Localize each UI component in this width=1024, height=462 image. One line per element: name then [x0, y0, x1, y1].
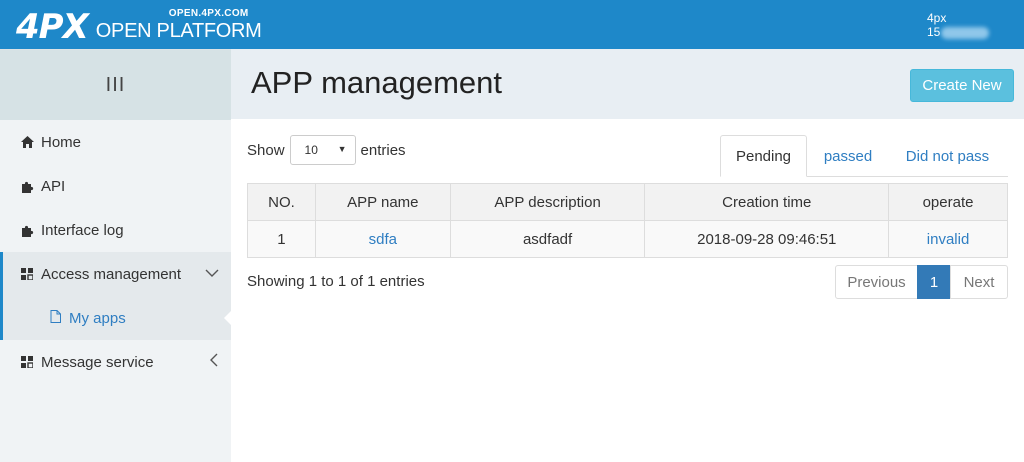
- logo-mark: 4PX: [16, 7, 89, 47]
- menu-bars-icon: III: [105, 73, 126, 96]
- cell-description: asdfadf: [449, 220, 646, 258]
- cell-creation-time: 2018-09-28 09:46:51: [644, 220, 890, 258]
- table-row: 1 sdfa asdfadf 2018-09-28 09:46:51 inval…: [247, 220, 1008, 258]
- sidebar-item-interface-log[interactable]: Interface log: [0, 208, 231, 252]
- user-name: 4px: [927, 11, 947, 25]
- column-header[interactable]: APP description: [449, 183, 646, 221]
- table-header-row: NO. APP name APP description Creation ti…: [247, 183, 1008, 221]
- pagination: Previous 1 Next: [835, 265, 1008, 299]
- sidebar-item-access-management[interactable]: Access management: [0, 252, 231, 296]
- logo-platform: OPEN PLATFORM: [95, 20, 262, 42]
- sidebar: III Home API Interface log Access manage…: [0, 49, 231, 462]
- redaction-blur: [941, 27, 989, 39]
- sidebar-item-home[interactable]: Home: [0, 120, 231, 164]
- entries-label: entries: [360, 141, 406, 159]
- grid-icon: [20, 268, 34, 280]
- app-name-link[interactable]: sdfa: [314, 220, 451, 258]
- brand-logo[interactable]: 4PX OPEN.4PX.COM OPEN PLATFORM: [16, 6, 262, 47]
- sidebar-item-my-apps[interactable]: My apps: [0, 296, 231, 340]
- previous-page-button[interactable]: Previous: [835, 265, 918, 299]
- main-content: Show 10 ▼ entries Pending passed Did not…: [231, 119, 1024, 462]
- create-new-button[interactable]: Create New: [910, 69, 1014, 102]
- active-indicator: [224, 311, 231, 325]
- file-icon: [50, 310, 61, 326]
- sidebar-item-label: Message service: [41, 353, 154, 371]
- tab-pending[interactable]: Pending: [720, 135, 807, 177]
- show-label: Show: [247, 141, 285, 159]
- table-info: Showing 1 to 1 of 1 entries: [247, 273, 425, 290]
- status-tabs: Pending passed Did not pass: [720, 135, 1008, 177]
- top-bar: 4PX OPEN.4PX.COM OPEN PLATFORM 4px 15: [0, 0, 1024, 49]
- tab-passed[interactable]: passed: [807, 135, 889, 177]
- sidebar-item-label: Home: [41, 133, 82, 151]
- cell-no: 1: [247, 220, 316, 258]
- home-icon: [20, 136, 34, 148]
- chevron-left-icon: [209, 353, 219, 370]
- grid-icon: [20, 356, 34, 368]
- column-header[interactable]: Creation time: [644, 183, 890, 221]
- sidebar-item-label: My apps: [69, 309, 126, 327]
- page-1-button[interactable]: 1: [917, 265, 951, 299]
- sidebar-toggle-button[interactable]: III: [0, 50, 231, 120]
- page-size-value: 10: [304, 143, 318, 157]
- sidebar-item-label: Access management: [41, 265, 182, 283]
- page-size-control: Show 10 ▼ entries: [247, 135, 406, 165]
- column-header[interactable]: APP name: [314, 183, 451, 221]
- sidebar-item-label: Interface log: [41, 221, 124, 239]
- column-header[interactable]: NO.: [247, 183, 316, 221]
- user-info[interactable]: 4px 15: [927, 11, 989, 39]
- sidebar-item-message-service[interactable]: Message service: [0, 340, 231, 384]
- column-header[interactable]: operate: [888, 183, 1008, 221]
- invalid-link[interactable]: invalid: [888, 220, 1008, 258]
- tab-did-not-pass[interactable]: Did not pass: [889, 135, 1006, 177]
- page-header: APP management Create New: [231, 49, 1024, 119]
- puzzle-icon: [20, 180, 34, 193]
- user-account-text: 15: [927, 25, 941, 39]
- sidebar-item-label: API: [41, 177, 66, 195]
- apps-table: NO. APP name APP description Creation ti…: [247, 183, 1008, 258]
- user-account: 15: [927, 25, 989, 39]
- puzzle-icon: [20, 224, 34, 237]
- caret-down-icon: ▼: [337, 144, 347, 154]
- logo-domain: OPEN.4PX.COM: [168, 8, 249, 19]
- page-title: APP management: [251, 65, 503, 100]
- next-page-button[interactable]: Next: [950, 265, 1008, 299]
- sidebar-item-api[interactable]: API: [0, 164, 231, 208]
- chevron-down-icon: [205, 265, 219, 281]
- page-size-select[interactable]: 10 ▼: [289, 135, 356, 165]
